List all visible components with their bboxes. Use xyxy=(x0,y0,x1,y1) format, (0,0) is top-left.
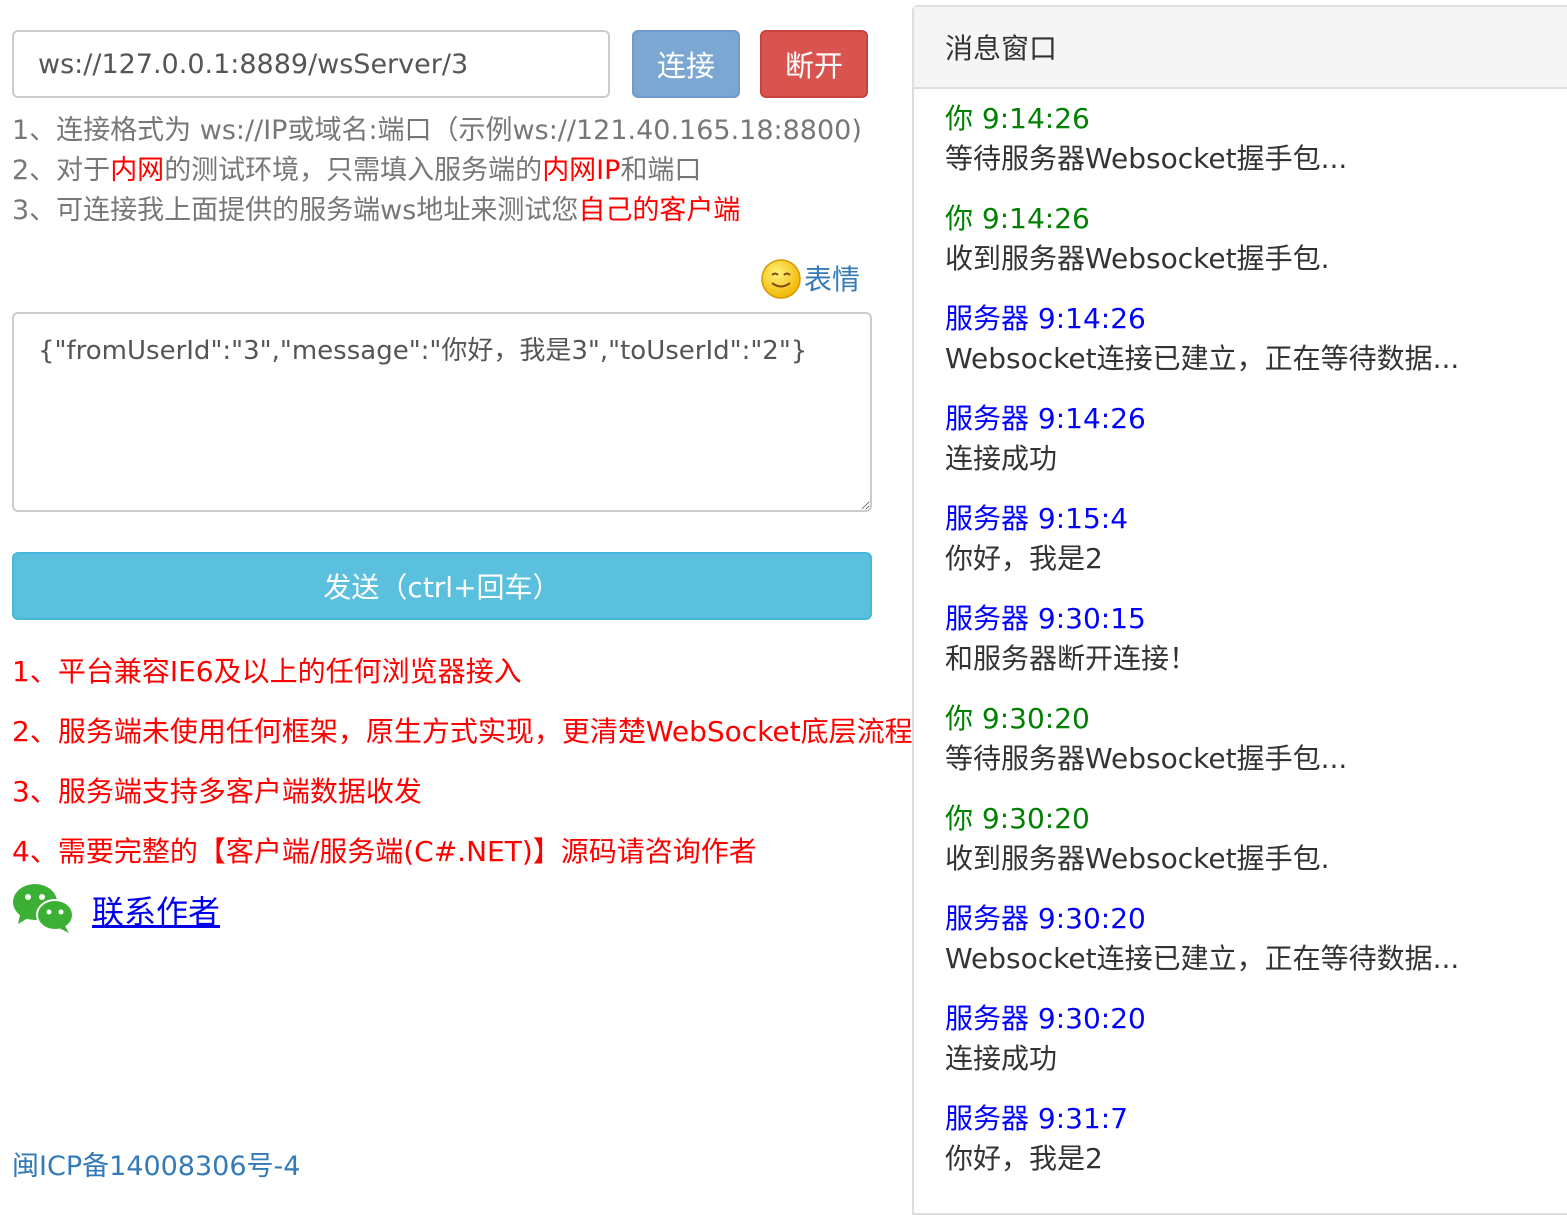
message-meta: 你 9:14:26 xyxy=(945,99,1459,139)
message-meta: 服务器 9:14:26 xyxy=(945,299,1459,339)
message-sender: 服务器 xyxy=(945,402,1030,435)
message-item: 你 9:30:20 等待服务器Websocket握手包... xyxy=(945,699,1459,799)
message-meta: 你 9:14:26 xyxy=(945,199,1459,239)
message-sender: 你 xyxy=(945,202,974,235)
emoji-button[interactable]: 表情 xyxy=(760,256,860,300)
message-text: 收到服务器Websocket握手包. xyxy=(945,842,1330,875)
message-sender: 你 xyxy=(945,102,974,135)
hint-text: 和端口 xyxy=(620,155,702,186)
emoji-label[interactable]: 表情 xyxy=(804,258,860,298)
hint-highlight: 自己的客户端 xyxy=(578,195,741,226)
message-time: 9:14:26 xyxy=(1037,302,1146,335)
message-time: 9:31:7 xyxy=(1037,1102,1129,1135)
message-panel: 消息窗口 你 9:14:26 等待服务器Websocket握手包... 你 9:14… xyxy=(912,5,1567,1215)
message-meta: 服务器 9:31:7 xyxy=(945,1099,1459,1139)
message-text: 连接成功 xyxy=(945,1042,1058,1075)
feature-item: 2、服务端未使用任何框架，原生方式实现，更清楚WebSocket底层流程 xyxy=(12,715,913,748)
message-item: 你 9:14:26 等待服务器Websocket握手包... xyxy=(945,99,1459,199)
message-textarea[interactable]: {"fromUserId":"3","message":"你好，我是3","to… xyxy=(12,312,872,512)
hint-text: 的测试环境，只需填入服务端的 xyxy=(164,155,543,186)
message-text: Websocket连接已建立，正在等待数据... xyxy=(945,342,1460,375)
message-item: 服务器 9:14:26 Websocket连接已建立，正在等待数据... xyxy=(945,299,1459,399)
hint-text: 2、对于 xyxy=(12,155,111,186)
message-sender: 服务器 xyxy=(945,1002,1030,1035)
message-text: 和服务器断开连接！ xyxy=(945,642,1198,675)
message-meta: 你 9:30:20 xyxy=(945,699,1459,739)
connect-button[interactable]: 连接 xyxy=(632,30,740,98)
disconnect-button[interactable]: 断开 xyxy=(760,30,868,98)
message-meta: 服务器 9:15:4 xyxy=(945,499,1459,539)
message-time: 9:30:20 xyxy=(1037,902,1146,935)
contact-author-link[interactable]: 联系作者 xyxy=(92,887,220,933)
hint-line-3: 3、可连接我上面提供的服务端ws地址来测试您自己的客户端 xyxy=(12,188,740,227)
message-item: 服务器 9:31:7 你好，我是2 xyxy=(945,1099,1459,1199)
message-item: 服务器 9:30:15 和服务器断开连接！ xyxy=(945,599,1459,699)
message-text: 你好，我是2 xyxy=(945,542,1103,575)
hint-text: 3、可连接我上面提供的服务端ws地址来测试您 xyxy=(12,195,579,226)
message-meta: 你 9:30:20 xyxy=(945,799,1459,839)
contact-row: 联系作者 xyxy=(12,880,220,940)
message-time: 9:30:20 xyxy=(981,802,1090,835)
smiley-face-icon xyxy=(760,257,802,299)
message-sender: 服务器 xyxy=(945,902,1030,935)
message-time: 9:30:20 xyxy=(1037,1002,1146,1035)
message-item: 服务器 9:30:20 连接成功 xyxy=(945,999,1459,1099)
message-text: 等待服务器Websocket握手包... xyxy=(945,742,1348,775)
message-time: 9:30:20 xyxy=(981,702,1090,735)
message-text: 等待服务器Websocket握手包... xyxy=(945,142,1348,175)
message-meta: 服务器 9:14:26 xyxy=(945,399,1459,439)
message-sender: 服务器 xyxy=(945,602,1030,635)
message-item: 你 9:30:20 收到服务器Websocket握手包. xyxy=(945,799,1459,899)
message-item: 服务器 9:30:20 Websocket连接已建立，正在等待数据... xyxy=(945,899,1459,999)
icp-link[interactable]: 闽ICP备14008306号-4 xyxy=(12,1144,300,1183)
ws-url-input[interactable] xyxy=(12,30,610,98)
hint-text: 1、连接格式为 ws://IP或域名:端口（示例ws://121.40.165.… xyxy=(12,115,862,146)
message-sender: 你 xyxy=(945,802,974,835)
feature-item: 4、需要完整的【客户端/服务端(C#.NET)】源码请咨询作者 xyxy=(12,835,757,868)
hint-line-2: 2、对于内网的测试环境，只需填入服务端的内网IP和端口 xyxy=(12,148,701,187)
feature-item: 3、服务端支持多客户端数据收发 xyxy=(12,775,422,808)
send-button[interactable]: 发送（ctrl+回车） xyxy=(12,552,872,620)
message-text: 连接成功 xyxy=(945,442,1058,475)
left-column: 连接 断开 1、连接格式为 ws://IP或域名:端口（示例ws://121.4… xyxy=(0,0,913,1202)
hint-line-1: 1、连接格式为 ws://IP或域名:端口（示例ws://121.40.165.… xyxy=(12,108,862,147)
message-time: 9:14:26 xyxy=(1037,402,1146,435)
message-text: 你好，我是2 xyxy=(945,1142,1103,1175)
message-item: 服务器 9:14:26 连接成功 xyxy=(945,399,1459,499)
message-sender: 服务器 xyxy=(945,502,1030,535)
message-sender: 服务器 xyxy=(945,1102,1030,1135)
message-time: 9:14:26 xyxy=(981,102,1090,135)
message-meta: 服务器 9:30:20 xyxy=(945,899,1459,939)
message-text: 收到服务器Websocket握手包. xyxy=(945,242,1330,275)
message-time: 9:15:4 xyxy=(1037,502,1129,535)
hint-highlight: 内网IP xyxy=(542,155,621,186)
message-item: 你 9:14:26 收到服务器Websocket握手包. xyxy=(945,199,1459,299)
panel-title: 消息窗口 xyxy=(914,7,1567,89)
message-time: 9:14:26 xyxy=(981,202,1090,235)
message-sender: 你 xyxy=(945,702,974,735)
message-meta: 服务器 9:30:20 xyxy=(945,999,1459,1039)
message-list: 你 9:14:26 等待服务器Websocket握手包... 你 9:14:26 收到… xyxy=(945,99,1459,1199)
message-text: Websocket连接已建立，正在等待数据... xyxy=(945,942,1460,975)
message-sender: 服务器 xyxy=(945,302,1030,335)
hint-highlight: 内网 xyxy=(110,155,165,186)
message-meta: 服务器 9:30:15 xyxy=(945,599,1459,639)
message-item: 服务器 9:15:4 你好，我是2 xyxy=(945,499,1459,599)
message-time: 9:30:15 xyxy=(1037,602,1146,635)
wechat-icon xyxy=(12,882,74,938)
feature-item: 1、平台兼容IE6及以上的任何浏览器接入 xyxy=(12,655,522,688)
